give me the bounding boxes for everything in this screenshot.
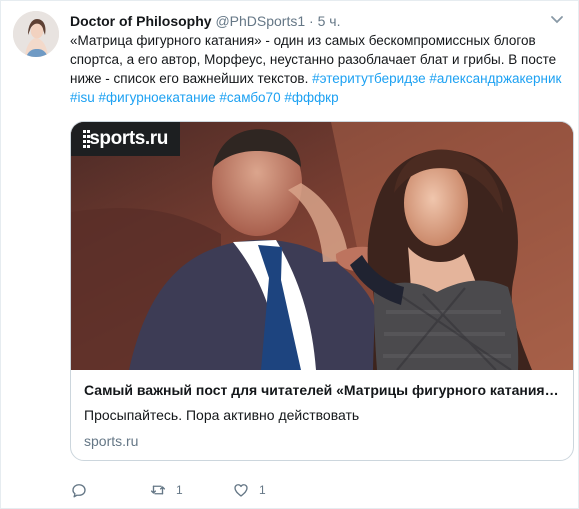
author-name[interactable]: Doctor of Philosophy (70, 13, 212, 29)
retweet-icon (150, 485, 166, 495)
sports-ru-logo: sports.ru (71, 122, 180, 156)
hashtag-link[interactable]: #фффкр (284, 90, 338, 105)
logo-text: sports.ru (89, 128, 168, 149)
hashtag-link[interactable]: #александржакерник (429, 71, 561, 86)
tweet-time[interactable]: 5 ч. (318, 13, 341, 29)
card-title[interactable]: Самый важный пост для читателей «Матрицы… (84, 381, 562, 399)
hashtag-link[interactable]: #этеритутберидзе (312, 71, 426, 86)
like-count: 1 (259, 483, 266, 497)
avatar[interactable] (13, 11, 59, 57)
hashtag-link[interactable]: #isu (70, 90, 95, 105)
retweet-count: 1 (176, 483, 183, 497)
chevron-down-icon[interactable] (549, 14, 565, 26)
card-image: sports.ru (71, 122, 573, 370)
hashtag-link[interactable]: #фигурноекатание (99, 90, 216, 105)
heart-icon (234, 484, 248, 497)
card-domain: sports.ru (84, 433, 139, 449)
link-card[interactable]: sports.ru Самый важный пост для читателе… (70, 121, 574, 461)
meta-separator: · (309, 13, 314, 29)
logo-mark-icon (83, 130, 90, 148)
card-body: Самый важный пост для читателей «Матрицы… (84, 381, 562, 450)
like-button[interactable]: 1 (232, 481, 266, 499)
tweet-text: «Матрица фигурного катания» - один из са… (70, 31, 566, 107)
hashtag-link[interactable]: #самбо70 (219, 90, 280, 105)
card-description: Просыпайтесь. Пора активно действовать (84, 407, 360, 423)
avatar-image (13, 11, 59, 57)
tweet-actions: 1 1 (70, 481, 490, 499)
reply-icon (72, 484, 86, 498)
author-handle[interactable]: @PhDSports1 (215, 13, 305, 29)
retweet-button[interactable]: 1 (149, 481, 183, 499)
tweet-header: Doctor of Philosophy @PhDSports1 · 5 ч. (70, 12, 340, 30)
reply-button[interactable] (70, 481, 97, 499)
